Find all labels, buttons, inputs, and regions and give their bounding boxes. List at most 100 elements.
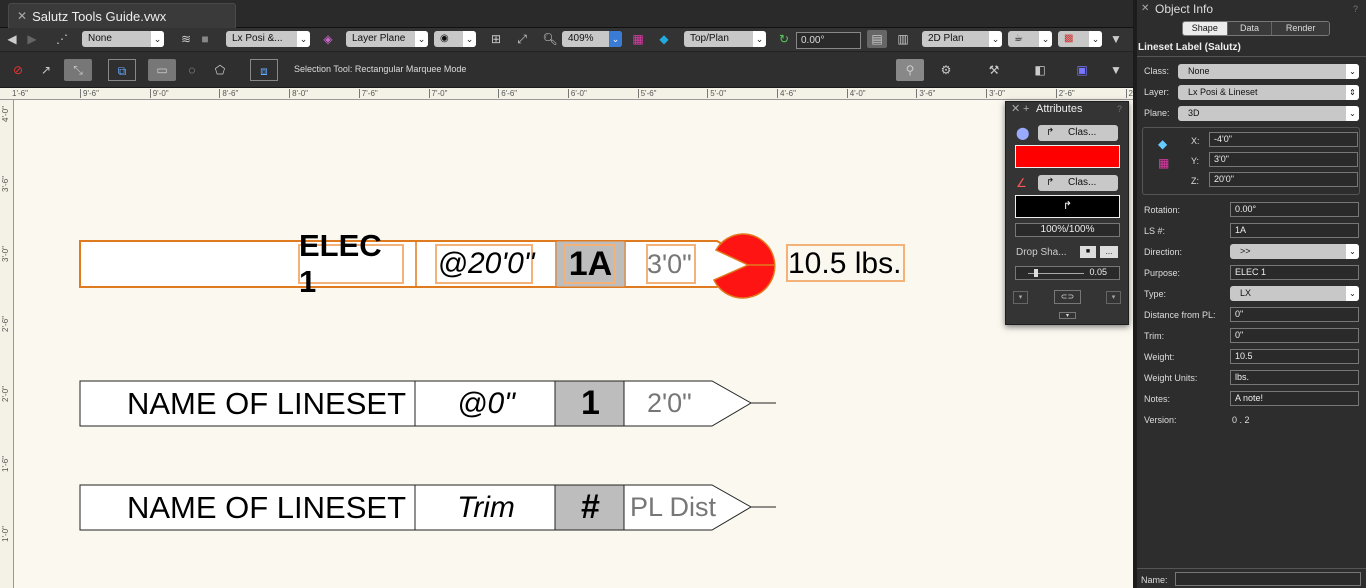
close-icon[interactable]: ✕ bbox=[1011, 102, 1020, 116]
expand-icon[interactable]: + bbox=[1023, 102, 1029, 116]
direction-select[interactable]: >> ⌄ bbox=[1230, 244, 1359, 259]
class-select[interactable]: None ⌄ bbox=[1178, 64, 1359, 79]
flyover-icon[interactable]: ▦ bbox=[628, 30, 648, 48]
multiple-select-icon[interactable]: ⤡ bbox=[64, 59, 92, 81]
weight-field[interactable]: 10.5 bbox=[1230, 349, 1359, 364]
tab-data[interactable]: Data bbox=[1226, 22, 1272, 35]
attributes-header: ✕ + Attributes ? bbox=[1006, 102, 1128, 116]
zoom-select[interactable]: 409% ⌄ bbox=[562, 31, 622, 47]
workplane-icon[interactable]: ▣ bbox=[1072, 61, 1092, 79]
chevron-down-icon: ⌄ bbox=[151, 31, 164, 47]
rect-marquee-icon[interactable]: ▭ bbox=[148, 59, 176, 81]
active-class-select[interactable]: None ⌄ bbox=[82, 31, 164, 47]
weight-units-field[interactable]: lbs. bbox=[1230, 370, 1359, 385]
magnifier-tool-icon[interactable]: ⚲ bbox=[896, 59, 924, 81]
collapse-icon[interactable]: ▾ bbox=[1059, 312, 1076, 319]
plane-toggle-icon[interactable]: ◈ bbox=[318, 30, 338, 48]
chevron-down-icon: ⌄ bbox=[415, 31, 428, 47]
tool-menu-icon[interactable]: ▼ bbox=[1106, 61, 1126, 79]
line-weight-value: 0.05 bbox=[1089, 267, 1107, 277]
shape-icon[interactable]: ◧ bbox=[1030, 61, 1050, 79]
tab-render[interactable]: Render bbox=[1271, 22, 1329, 35]
lineset-number: 1A bbox=[568, 244, 613, 283]
plane-select[interactable]: 3D ⌄ bbox=[1178, 106, 1359, 121]
projection-select[interactable]: ☕︎ ⌄ bbox=[1008, 31, 1052, 47]
chevron-down-icon[interactable]: ▾ bbox=[1013, 291, 1028, 304]
x-field[interactable]: -4'0" bbox=[1209, 132, 1358, 147]
trim-field[interactable]: 0" bbox=[1230, 328, 1359, 343]
layers-icon[interactable]: ≋ bbox=[176, 30, 196, 48]
y-label: Y: bbox=[1191, 156, 1200, 166]
stack-layers-icon[interactable]: ▥ bbox=[893, 30, 913, 48]
pen-color-swatch[interactable]: ↱ bbox=[1015, 195, 1120, 218]
lineset-name: ELEC 1 bbox=[299, 228, 382, 299]
rotation-field[interactable]: 0.00° bbox=[796, 32, 861, 49]
close-icon[interactable]: ✕ bbox=[1141, 0, 1149, 18]
link-icon[interactable]: ⊂⊃ bbox=[1054, 290, 1081, 304]
layer-plane-select[interactable]: Layer Plane ⌄ bbox=[346, 31, 428, 47]
ruler-tick-label: 6'-0" bbox=[567, 89, 587, 98]
y-field[interactable]: 3'0" bbox=[1209, 152, 1358, 167]
color-select[interactable]: ▩ ⌄ bbox=[1058, 31, 1102, 47]
pen-class-select[interactable]: ↱ Clas... bbox=[1038, 175, 1118, 191]
render-mode-select[interactable]: 2D Plan ⌄ bbox=[922, 31, 1002, 47]
tab-shape[interactable]: Shape bbox=[1183, 22, 1227, 35]
chevron-down-icon: ⌄ bbox=[1039, 31, 1052, 47]
drawing-canvas[interactable]: ELEC 1 @20'0" 1A 3'0" 10.5 lbs. NAME OF … bbox=[14, 100, 1133, 588]
top-plan-icon[interactable]: ◆ bbox=[654, 30, 674, 48]
vertical-ruler: 4'-0" 3'-6" 3'-0" 2'-6" 2'-0" 1'-6" 1'-0" bbox=[0, 100, 14, 588]
rotation-field[interactable]: 0.00° bbox=[1230, 202, 1359, 217]
shadow-toggle[interactable]: ■ bbox=[1080, 246, 1096, 258]
z-field[interactable]: 20'0" bbox=[1209, 172, 1358, 187]
back-arrow-icon[interactable]: ◀ bbox=[2, 30, 22, 48]
fill-class-select[interactable]: ↱ Clas... bbox=[1038, 125, 1118, 141]
class-label: Class: bbox=[1144, 66, 1170, 76]
layer-select[interactable]: Lx Posi & Lineset ⇕ bbox=[1178, 85, 1359, 100]
polygon-marquee-icon[interactable]: ⬠ bbox=[210, 61, 230, 79]
view-select[interactable]: Top/Plan ⌄ bbox=[684, 31, 766, 47]
class-options-icon[interactable]: ⋰ bbox=[52, 30, 72, 48]
by-class-icon: ↱ bbox=[1046, 177, 1055, 188]
distance-pl-field[interactable]: 0" bbox=[1230, 307, 1359, 322]
ls-number-field[interactable]: 1A bbox=[1230, 223, 1359, 238]
deselect-tool-icon[interactable]: ⊘ bbox=[8, 61, 28, 79]
layer-options-icon[interactable]: ■ bbox=[195, 30, 215, 48]
ruler-tick-label: 4'-0" bbox=[846, 89, 866, 98]
rotate-plan-icon[interactable]: ↻ bbox=[774, 30, 794, 48]
close-tab-icon[interactable]: ✕ bbox=[17, 9, 27, 23]
ruler-tick-label: 3'-0" bbox=[1, 246, 10, 262]
by-class-icon: ↱ bbox=[1046, 127, 1055, 138]
saved-views-select[interactable]: ◉ ⌄ bbox=[434, 31, 476, 47]
type-select[interactable]: LX ⌄ bbox=[1230, 286, 1359, 301]
document-tab[interactable]: ✕ Salutz Tools Guide.vwx bbox=[8, 3, 236, 28]
selection-options-icon[interactable]: ⧈ bbox=[250, 59, 278, 81]
active-layer-select[interactable]: Lx Posi &... ⌄ bbox=[226, 31, 310, 47]
opacity-field[interactable]: 100%/100% bbox=[1015, 223, 1120, 237]
zoom-objects-icon[interactable]: ⤢ bbox=[512, 30, 532, 48]
zoom-icon[interactable]: 🔍︎ bbox=[540, 30, 560, 48]
help-icon[interactable]: ? bbox=[1117, 102, 1122, 116]
mode-text: Selection Tool: Rectangular Marquee Mode bbox=[294, 64, 467, 74]
fill-color-swatch[interactable] bbox=[1015, 145, 1120, 168]
layer-view-icon[interactable]: ▤ bbox=[867, 30, 887, 48]
chevron-down-icon: ⌄ bbox=[753, 31, 766, 47]
purpose-field[interactable]: ELEC 1 bbox=[1230, 265, 1359, 280]
help-icon[interactable]: ? bbox=[1353, 0, 1358, 18]
name-row: Name: bbox=[1137, 568, 1366, 588]
chevron-down-icon[interactable]: ▾ bbox=[1106, 291, 1121, 304]
shadow-options-button[interactable]: ... bbox=[1100, 246, 1118, 258]
toolbar-menu-icon[interactable]: ▼ bbox=[1106, 30, 1126, 48]
line-weight-slider[interactable]: 0.05 bbox=[1015, 266, 1120, 280]
name-field[interactable] bbox=[1175, 572, 1361, 586]
slider-thumb[interactable] bbox=[1034, 269, 1038, 277]
snap-icon[interactable]: ⚒ bbox=[984, 61, 1004, 79]
forward-arrow-icon[interactable]: ▶ bbox=[22, 30, 42, 48]
single-object-icon[interactable]: ↗ bbox=[36, 61, 56, 79]
zoom-fit-icon[interactable]: ⊞ bbox=[486, 30, 506, 48]
ruler-tick-label: 5'-6" bbox=[637, 89, 657, 98]
transform-icon[interactable]: ⧉ bbox=[108, 59, 136, 81]
field-label: Weight Units: bbox=[1144, 373, 1198, 383]
lasso-icon[interactable]: ◌ bbox=[182, 61, 202, 79]
notes-field[interactable]: A note! bbox=[1230, 391, 1359, 406]
gear-icon[interactable]: ⚙ bbox=[936, 61, 956, 79]
